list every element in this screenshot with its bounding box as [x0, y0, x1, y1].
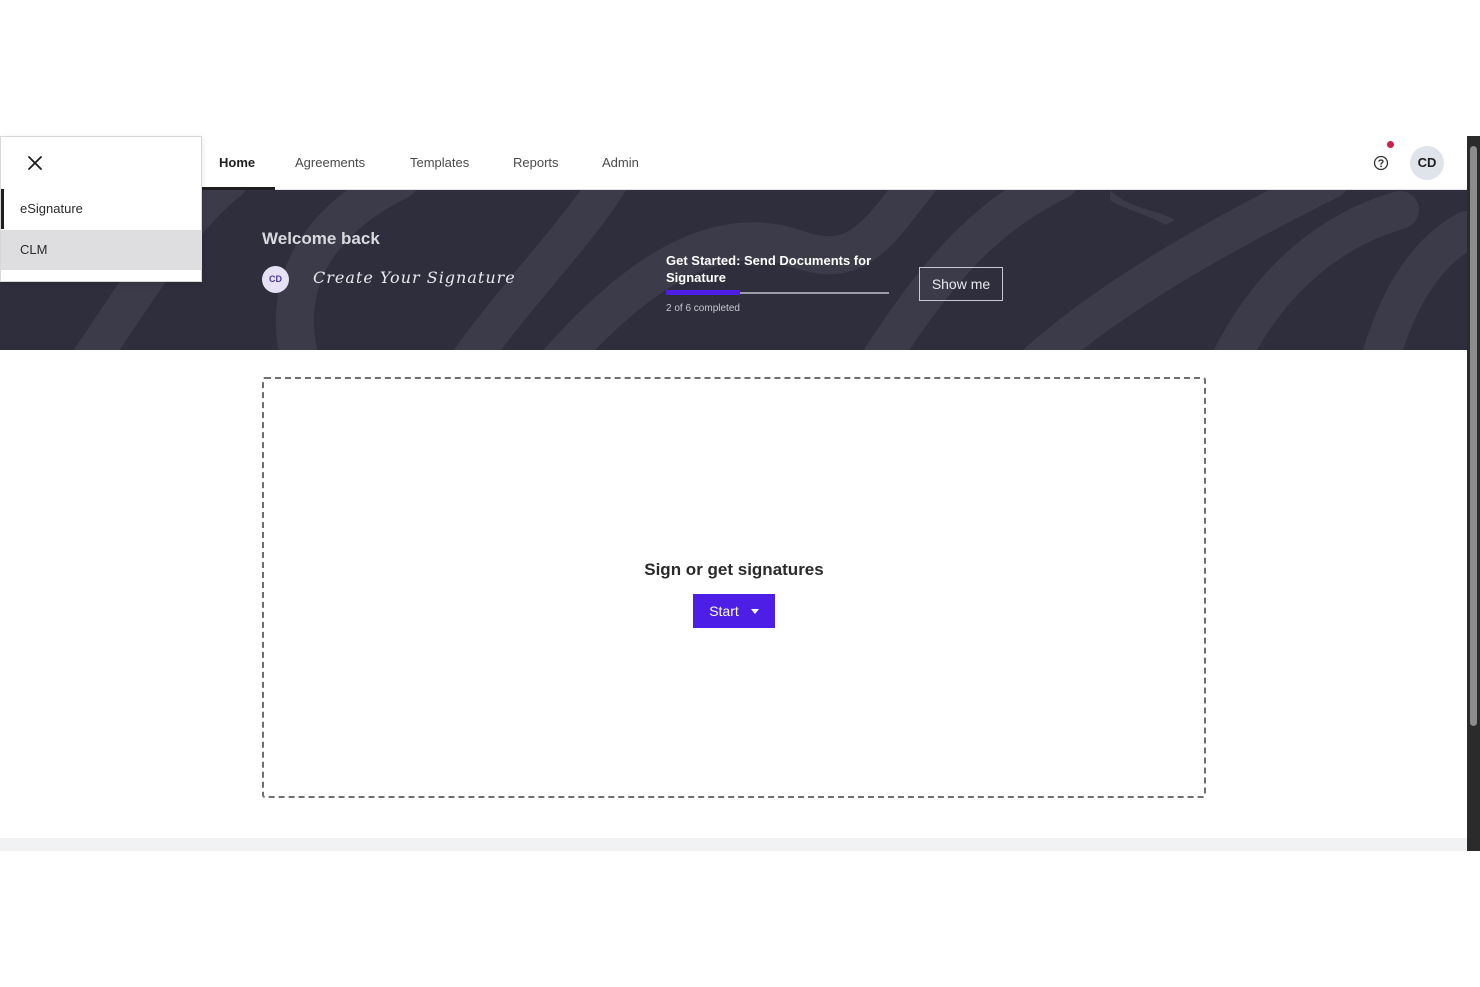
document-dropzone[interactable]: Sign or get signatures Start [262, 377, 1206, 798]
question-circle-icon[interactable] [1372, 154, 1390, 172]
start-button-label: Start [709, 603, 739, 619]
tab-admin[interactable]: Admin [602, 136, 639, 190]
tab-agreements[interactable]: Agreements [295, 136, 365, 190]
app-switcher-item-clm[interactable]: CLM [1, 230, 202, 270]
create-signature-link[interactable]: Create Your Signature [313, 268, 516, 287]
close-icon[interactable] [25, 153, 45, 173]
start-button[interactable]: Start [693, 594, 775, 628]
progress-bar [666, 290, 889, 295]
caret-down-icon [750, 608, 759, 614]
app-window: Home Agreements Templates Reports Admin … [0, 136, 1467, 851]
scrollbar-thumb[interactable] [1470, 146, 1477, 726]
user-avatar[interactable]: CD [1410, 146, 1444, 180]
app-switcher-item-esignature[interactable]: eSignature [1, 189, 202, 229]
profile-avatar: CD [262, 266, 289, 293]
welcome-heading: Welcome back [262, 229, 380, 248]
top-navigation: Home Agreements Templates Reports Admin … [0, 136, 1467, 190]
progress-status: 2 of 6 completed [666, 303, 740, 314]
show-me-button[interactable]: Show me [919, 267, 1003, 301]
tab-templates[interactable]: Templates [410, 136, 469, 190]
dropzone-title: Sign or get signatures [644, 560, 824, 579]
scrollbar[interactable] [1467, 136, 1480, 851]
notification-dot [1387, 141, 1394, 148]
welcome-banner: Welcome back CD Create Your Signature Ge… [0, 190, 1467, 350]
tab-reports[interactable]: Reports [513, 136, 559, 190]
progress-bar-fill [666, 290, 741, 295]
footer-strip [0, 838, 1467, 851]
app-switcher-panel: eSignature CLM [0, 136, 202, 282]
tab-home[interactable]: Home [201, 136, 276, 190]
get-started-title: Get Started: Send Documents for Signatur… [666, 253, 872, 285]
